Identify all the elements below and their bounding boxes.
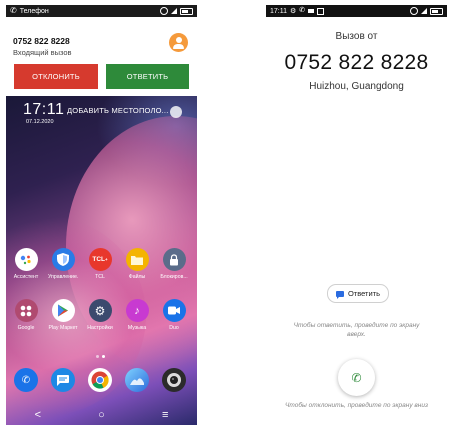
phone-icon: ✆ — [351, 370, 362, 385]
reply-with-message-button[interactable]: Ответить — [327, 284, 389, 303]
recents-button[interactable]: ≡ — [162, 409, 168, 421]
nfc-icon — [410, 7, 418, 15]
dock-camera[interactable] — [162, 368, 186, 392]
phone-icon: ✆ — [14, 368, 38, 392]
status-left: ✆ Телефон — [10, 7, 49, 15]
camera-icon — [162, 368, 186, 392]
call-from-label: Вызов от — [335, 31, 378, 42]
app-manager[interactable]: Управление... — [48, 248, 78, 280]
messages-icon — [51, 368, 75, 392]
dock-chrome[interactable] — [88, 368, 112, 392]
status-app-name: Телефон — [19, 7, 49, 15]
app-lock[interactable]: Блокиров... — [159, 248, 189, 280]
app-tcl[interactable]: TCL + TCL — [85, 248, 115, 280]
status-bar: ✆ Телефон — [6, 5, 197, 17]
message-icon — [335, 290, 344, 299]
lock-icon — [162, 248, 186, 271]
page-indicator — [96, 355, 105, 358]
page-dot — [96, 355, 99, 358]
app-duo[interactable]: Duo — [159, 299, 189, 331]
chrome-icon — [88, 368, 112, 392]
person-icon-body — [173, 43, 184, 49]
app-label: Файлы — [128, 274, 146, 280]
person-icon — [175, 36, 182, 43]
app-label: Блокиров... — [160, 274, 188, 280]
caller-number: 0752 822 8228 — [284, 51, 429, 74]
shield-icon — [51, 248, 75, 271]
weather-icon[interactable] — [170, 106, 182, 118]
tcl-icon-text: TCL — [92, 256, 105, 263]
app-play-store[interactable]: Play Маркет — [48, 299, 78, 331]
app-label: Музыка — [127, 325, 147, 331]
caller-number: 0752 822 8228 — [13, 36, 70, 46]
status-left: 17:11 ⚙ ✆ — [270, 7, 325, 15]
caller-location: Huizhou, Guangdong — [309, 81, 404, 92]
nfc-icon — [160, 7, 168, 15]
signal-icon — [171, 8, 177, 14]
battery-icon — [180, 7, 193, 15]
add-location-link[interactable]: ДОБАВИТЬ МЕСТОПОЛО... — [67, 106, 169, 115]
tcl-icon-plus: + — [105, 257, 108, 262]
status-time: 17:11 — [270, 7, 287, 15]
home-button[interactable]: ○ — [98, 409, 105, 421]
app-label: Управление... — [48, 274, 78, 280]
back-button[interactable]: < — [35, 409, 41, 421]
app-settings[interactable]: ⚙ Настройки — [85, 299, 115, 331]
no-signal-icon — [317, 7, 325, 15]
phone-icon: ✆ — [299, 7, 306, 14]
settings-icon: ⚙ — [88, 299, 112, 322]
swipe-up-hint: Чтобы ответить, проведите по экрану ввер… — [293, 322, 420, 338]
reply-label: Ответить — [347, 289, 381, 298]
battery-icon — [430, 7, 443, 15]
app-label: TCL — [95, 274, 105, 280]
app-assistant[interactable]: Ассистент — [11, 248, 41, 280]
tcl-icon: TCL + — [88, 248, 112, 271]
page-dot-active — [102, 355, 105, 358]
accept-button[interactable]: ОТВЕТИТЬ — [106, 64, 189, 89]
decline-button[interactable]: ОТКЛОНИТЬ — [14, 64, 98, 89]
app-label: Google — [17, 325, 35, 331]
app-label: Play Маркет — [48, 325, 78, 331]
dock-gallery[interactable] — [125, 368, 149, 392]
mail-icon — [308, 9, 315, 13]
incoming-call-card[interactable]: 0752 822 8228 Входящий вызов ОТКЛОНИТЬ О… — [6, 17, 197, 96]
left-phone-screen: ✆ Телефон 0752 822 8228 Входящий вызов О… — [6, 5, 197, 425]
play-store-icon — [51, 299, 75, 322]
gallery-icon — [125, 368, 149, 392]
signal-icon — [421, 8, 427, 14]
app-files[interactable]: Файлы — [122, 248, 152, 280]
status-right — [160, 7, 193, 15]
app-label: Duo — [169, 325, 179, 331]
call-status: Входящий вызов — [13, 48, 72, 57]
answer-call-button[interactable]: ✆ — [338, 359, 375, 396]
navigation-bar: < ○ ≡ — [6, 405, 197, 425]
app-label: Ассистент — [13, 274, 39, 280]
status-bar: 17:11 ⚙ ✆ — [266, 5, 447, 17]
video-icon — [162, 299, 186, 322]
phone-icon: ✆ — [10, 6, 17, 15]
app-label: Настройки — [87, 325, 113, 331]
home-clock[interactable]: 17:11 — [23, 101, 64, 119]
app-music[interactable]: ♪ Музыка — [122, 299, 152, 331]
swipe-down-hint: Чтобы отклонить, проведите по экрану вни… — [285, 402, 428, 409]
folder-icon — [125, 248, 149, 271]
status-right — [410, 7, 443, 15]
home-date: 07.12.2020 — [26, 119, 54, 125]
dock-messages[interactable] — [51, 368, 75, 392]
dock-phone[interactable]: ✆ — [14, 368, 38, 392]
music-icon: ♪ — [125, 299, 149, 322]
gear-icon: ⚙ — [290, 8, 297, 15]
assistant-icon — [14, 248, 38, 271]
right-phone-screen: 17:11 ⚙ ✆ Вызов от 0752 822 8228 Huizhou… — [266, 5, 447, 425]
google-folder-icon — [14, 299, 38, 322]
avatar — [169, 33, 188, 52]
app-google-folder[interactable]: Google — [11, 299, 41, 331]
